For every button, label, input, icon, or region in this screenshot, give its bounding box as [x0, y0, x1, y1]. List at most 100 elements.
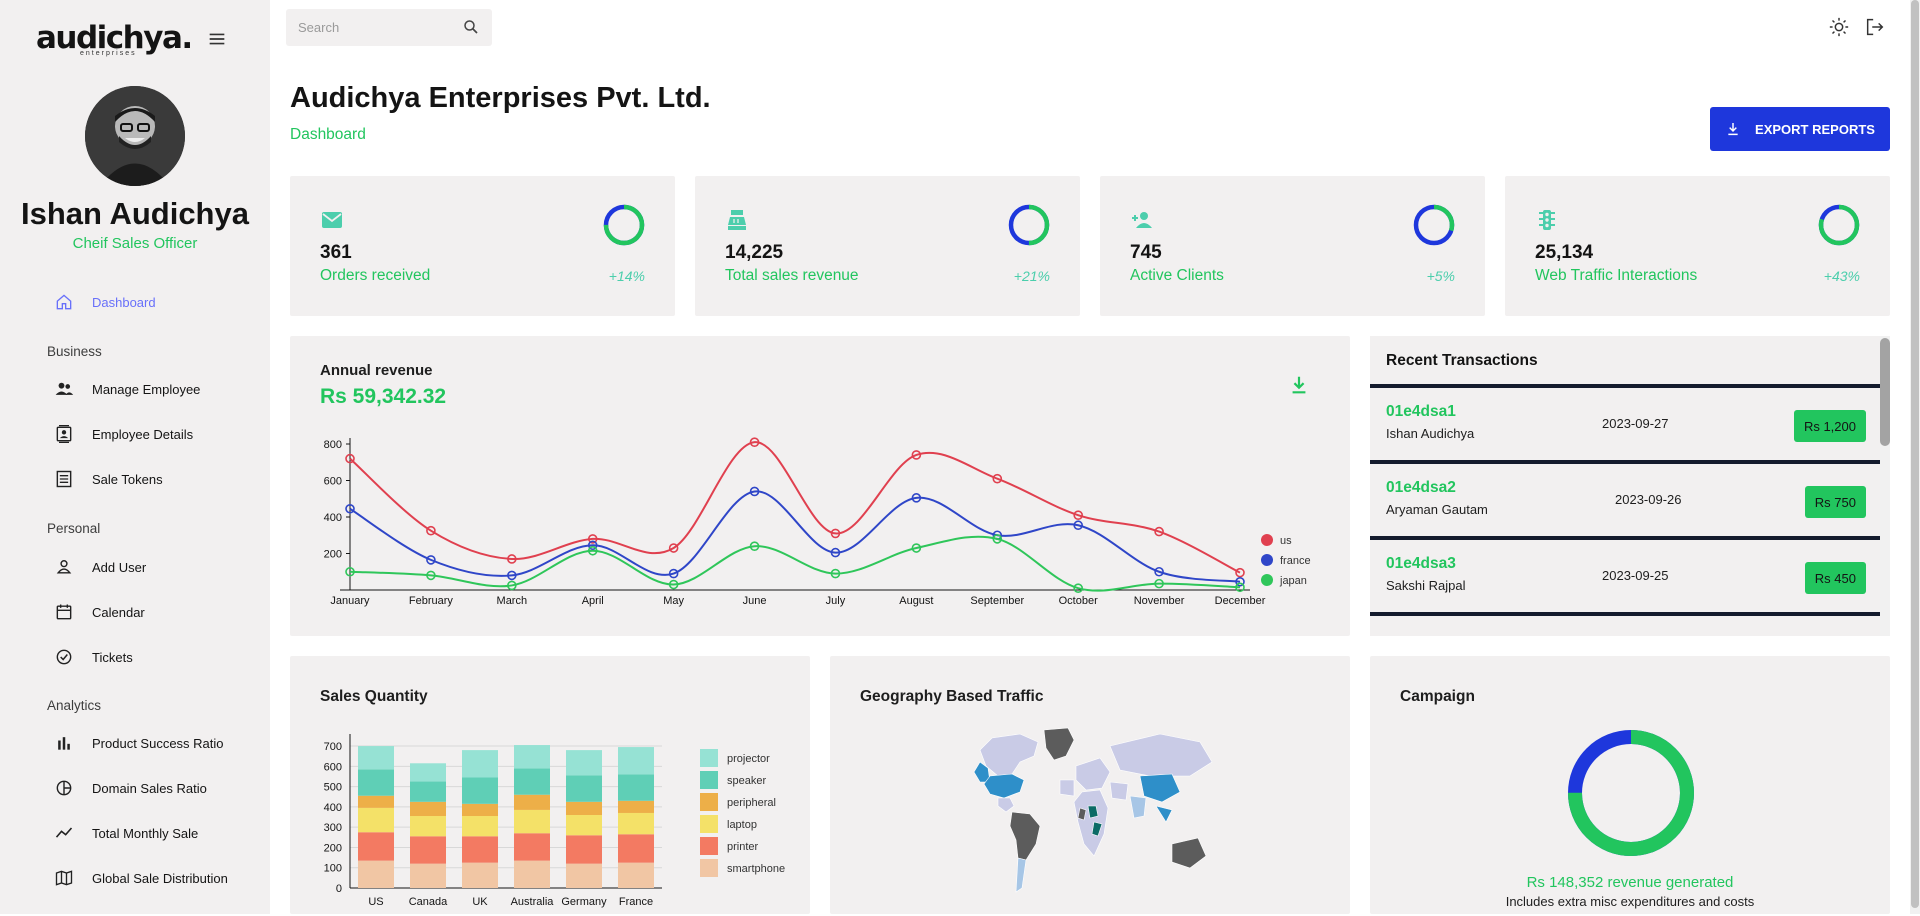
sidebar-item-total-monthly-sale[interactable]: Total Monthly Sale: [54, 819, 254, 847]
bar-projector: [462, 750, 498, 778]
logout-icon[interactable]: [1864, 16, 1886, 38]
world-map: [973, 727, 1213, 893]
export-reports-button[interactable]: EXPORT REPORTS: [1710, 107, 1890, 151]
y-tick-label: 400: [324, 512, 342, 524]
stat-increase: +5%: [1426, 268, 1455, 284]
sidebar-item-dashboard[interactable]: Dashboard: [54, 288, 254, 316]
bar-speaker: [358, 769, 394, 796]
sidebar-item-sale-tokens[interactable]: Sale Tokens: [54, 465, 254, 493]
x-tick-label: Germany: [561, 896, 607, 908]
legend-label-printer: printer: [727, 841, 759, 853]
series-line-us: [349, 441, 1241, 574]
bar-speaker: [410, 781, 446, 802]
x-tick-label: November: [1134, 595, 1185, 607]
x-tick-label: December: [1215, 595, 1266, 607]
x-tick-label: France: [619, 896, 653, 908]
x-tick-label: April: [582, 595, 604, 607]
x-tick-label: July: [826, 595, 846, 607]
legend-swatch-japan: [1261, 574, 1273, 586]
person-add-icon: [1132, 212, 1152, 228]
sidebar-item-domain-sales-ratio[interactable]: Domain Sales Ratio: [54, 774, 254, 802]
nav-section-business: Business: [47, 344, 102, 359]
stat-increase: +43%: [1823, 268, 1860, 284]
revenue-line-chart: 200 400 600 800 January February March April May…: [324, 437, 1311, 607]
bar-smartphone: [566, 863, 602, 888]
stat-label: Total sales revenue: [725, 267, 859, 284]
search-icon[interactable]: [462, 18, 480, 36]
bar-peripheral: [410, 801, 446, 817]
page-scrollbar-thumb[interactable]: [1911, 0, 1919, 908]
bar-projector: [618, 747, 654, 775]
light-mode-icon[interactable]: [1828, 16, 1850, 38]
stat-card-orders: 361 Orders received +14%: [290, 176, 675, 316]
bar-laptop: [566, 815, 602, 836]
transactions-scrollbar-thumb[interactable]: [1880, 338, 1890, 446]
check-circle-icon: [56, 649, 72, 665]
geography-traffic-card: Geography Based Traffic: [830, 656, 1350, 914]
y-tick-label: 500: [324, 782, 342, 794]
sidebar-item-tickets[interactable]: Tickets: [54, 643, 254, 671]
bar-printer: [514, 833, 550, 861]
download-icon: [1728, 123, 1738, 136]
stat-value: 14,225: [725, 242, 784, 263]
sidebar-item-calendar[interactable]: Calendar: [54, 598, 254, 626]
sidebar-item-label: Manage Employee: [92, 381, 201, 397]
bar-chart-icon: [58, 737, 70, 750]
search-box: [286, 9, 492, 46]
legend-label-smartphone: smartphone: [727, 863, 785, 875]
transaction-user: Aryaman Gautam: [1386, 502, 1488, 517]
x-tick-label: August: [899, 595, 933, 607]
legend-label-france: france: [1280, 555, 1311, 567]
bar-peripheral: [358, 795, 394, 808]
stat-increase: +21%: [1013, 268, 1050, 284]
campaign-note: Includes extra misc expenditures and cos…: [1505, 894, 1755, 909]
y-tick-label: 700: [324, 741, 342, 753]
page-subtitle: Dashboard: [290, 126, 366, 143]
legend-swatch-laptop: [700, 815, 718, 833]
legend-swatch-printer: [700, 837, 718, 855]
bar-peripheral: [618, 800, 654, 813]
bar-speaker: [462, 777, 498, 804]
bar-laptop: [358, 807, 394, 833]
x-tick-label: March: [497, 595, 528, 607]
search-input[interactable]: [298, 9, 458, 46]
sidebar-item-global-sale-distribution[interactable]: Global Sale Distribution: [54, 864, 254, 892]
x-tick-label: October: [1059, 595, 1098, 607]
receipt-icon: [56, 470, 72, 488]
stat-label: Orders received: [320, 267, 431, 284]
sidebar-item-label: Total Monthly Sale: [92, 825, 199, 841]
sidebar-item-add-user[interactable]: Add User: [54, 553, 254, 581]
x-tick-label: January: [330, 595, 370, 607]
bar-laptop: [410, 816, 446, 837]
legend-label-us: us: [1280, 535, 1292, 547]
transaction-id: 01e4dsa1: [1386, 403, 1456, 420]
timeline-icon: [55, 827, 73, 838]
y-tick-label: 600: [324, 761, 342, 773]
sidebar-item-product-success-ratio[interactable]: Product Success Ratio: [54, 729, 254, 757]
map-icon: [55, 870, 73, 886]
bar-printer: [410, 836, 446, 864]
series-line-japan: [349, 535, 1241, 592]
y-tick-label: 800: [324, 439, 342, 451]
sidebar-item-manage-employee[interactable]: Manage Employee: [54, 375, 254, 403]
bar-laptop: [618, 812, 654, 835]
x-tick-label: Australia: [511, 896, 555, 908]
sidebar-item-employee-details[interactable]: Employee Details: [54, 420, 254, 448]
export-reports-label: EXPORT REPORTS: [1755, 121, 1875, 137]
sales-quantity-bar-chart: 0 100 200 300 400 500 600 700 US Canada UK Australi…: [324, 734, 785, 908]
avatar: [85, 86, 185, 186]
traffic-icon: [1539, 210, 1555, 230]
transaction-cost: Rs 450: [1804, 562, 1866, 594]
transaction-id: 01e4dsa2: [1386, 479, 1456, 496]
x-tick-label: May: [663, 595, 684, 607]
nav-section-personal: Personal: [47, 521, 101, 536]
stat-value: 745: [1130, 242, 1162, 263]
people-icon: [55, 382, 74, 395]
bar-speaker: [566, 775, 602, 802]
sidebar-item-label: Global Sale Distribution: [92, 870, 228, 886]
bar-projector: [514, 745, 550, 769]
menu-icon[interactable]: [206, 28, 228, 50]
y-tick-label: 400: [324, 802, 342, 814]
campaign-title: Campaign: [1400, 688, 1475, 705]
bar-smartphone: [410, 863, 446, 888]
